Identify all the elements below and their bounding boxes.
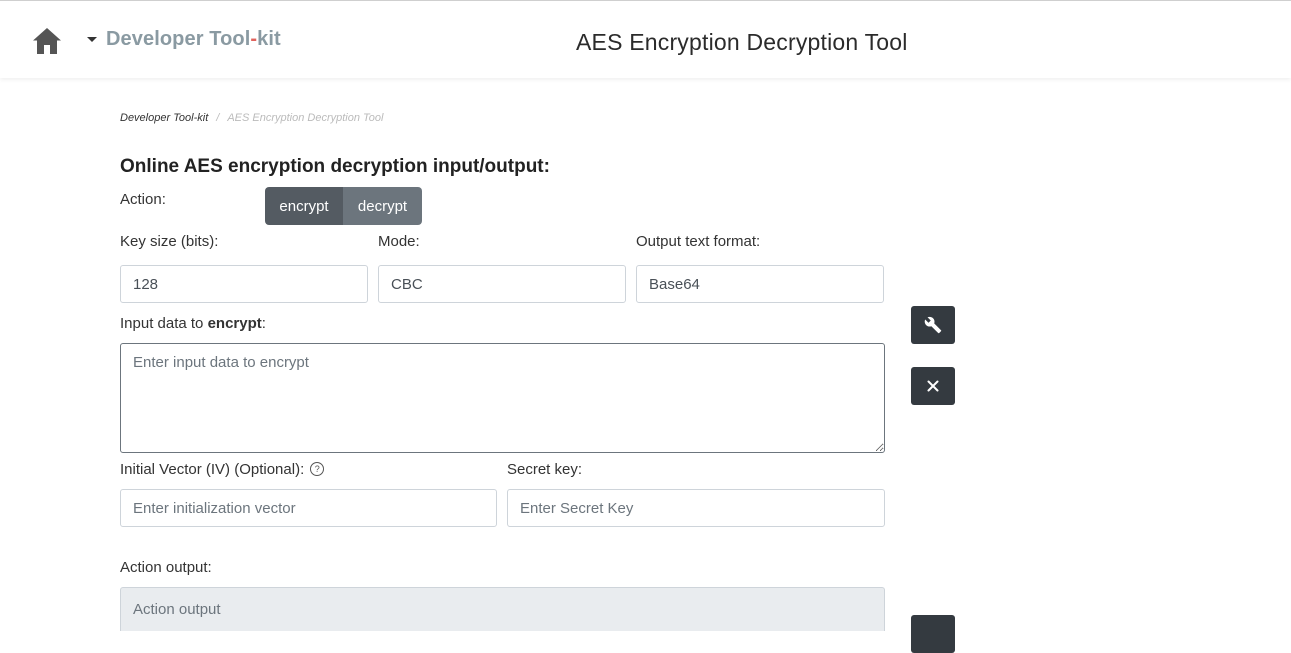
action-output-placeholder: Action output xyxy=(133,601,221,618)
home-icon xyxy=(33,28,61,54)
output-format-label: Output text format: xyxy=(636,233,761,250)
encrypt-button[interactable]: encrypt xyxy=(265,187,343,225)
close-icon xyxy=(927,380,939,392)
action-output-field: Action output xyxy=(120,587,885,631)
caret-down-icon xyxy=(87,36,97,42)
breadcrumb-current: AES Encryption Decryption Tool xyxy=(227,112,384,124)
action-toggle-group: encrypt decrypt xyxy=(265,187,422,225)
input-action-word: encrypt xyxy=(207,315,262,332)
page-title: AES Encryption Decryption Tool xyxy=(576,29,908,55)
breadcrumb-home-link[interactable]: Developer Tool-kit xyxy=(120,112,208,124)
key-size-select[interactable]: 128 xyxy=(120,265,368,303)
input-data-textarea[interactable] xyxy=(120,343,885,453)
copy-output-button[interactable] xyxy=(911,615,955,653)
decrypt-button[interactable]: decrypt xyxy=(343,187,422,225)
secret-key-label: Secret key: xyxy=(507,461,583,478)
input-data-label: Input data to encrypt: xyxy=(120,315,266,332)
breadcrumb: Developer Tool-kit / AES Encryption Decr… xyxy=(120,112,383,124)
brand-name: Developer Tool-kit xyxy=(106,27,281,50)
mode-select[interactable]: CBC xyxy=(378,265,626,303)
help-icon[interactable]: ? xyxy=(310,462,325,477)
secret-key-input[interactable] xyxy=(507,489,885,527)
action-output-label: Action output: xyxy=(120,559,212,576)
home-button[interactable] xyxy=(32,27,62,55)
iv-label: Initial Vector (IV) (Optional):? xyxy=(120,461,325,478)
iv-input[interactable] xyxy=(120,489,497,527)
top-navbar: Developer Tool-kit AES Encryption Decryp… xyxy=(0,0,1291,78)
clear-button[interactable] xyxy=(911,367,955,405)
key-size-label: Key size (bits): xyxy=(120,233,219,250)
action-label: Action: xyxy=(120,191,166,208)
brand-dropdown[interactable]: Developer Tool-kit xyxy=(87,27,281,51)
output-format-select[interactable]: Base64 xyxy=(636,265,884,303)
breadcrumb-separator: / xyxy=(216,112,220,124)
wrench-icon xyxy=(924,316,942,334)
output-format-value: Base64 xyxy=(649,275,700,293)
mode-label: Mode: xyxy=(378,233,420,250)
section-title: Online AES encryption decryption input/o… xyxy=(120,156,550,177)
key-size-value: 128 xyxy=(133,275,159,293)
mode-value: CBC xyxy=(391,275,423,293)
tools-button[interactable] xyxy=(911,306,955,344)
